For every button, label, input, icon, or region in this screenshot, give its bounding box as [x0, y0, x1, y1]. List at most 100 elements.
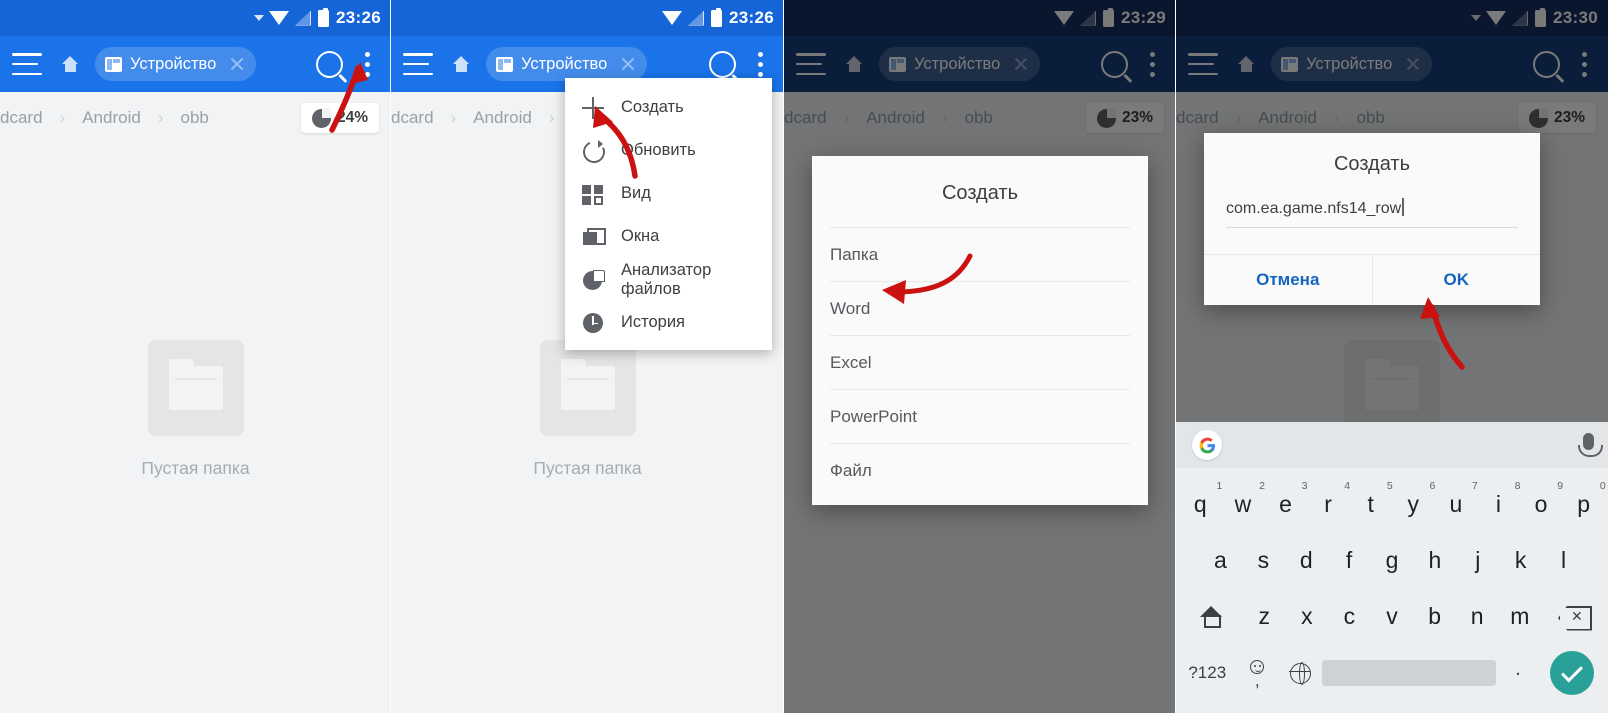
pie-chart-icon — [311, 107, 332, 128]
key-z[interactable]: z — [1243, 589, 1286, 643]
enter-key[interactable] — [1540, 651, 1605, 695]
key-c[interactable]: c — [1328, 589, 1371, 643]
file-list: Пустая папка — [0, 144, 391, 713]
chevron-right-icon: › — [157, 108, 164, 127]
key-j[interactable]: j — [1456, 533, 1499, 587]
key-k[interactable]: k — [1499, 533, 1542, 587]
backspace-icon[interactable]: ✕ — [1541, 589, 1605, 643]
key-p[interactable]: 0p — [1562, 477, 1605, 531]
create-option-excel[interactable]: Excel — [830, 335, 1130, 389]
key-label: q — [1193, 490, 1207, 517]
key-e[interactable]: 3e — [1264, 477, 1307, 531]
name-input-field[interactable]: com.ea.game.nfs14_row — [1226, 198, 1518, 228]
dialog-actions: Отмена OK — [1204, 254, 1540, 305]
emoji-icon[interactable]: , — [1236, 660, 1279, 689]
search-icon[interactable] — [316, 50, 343, 78]
create-option-word[interactable]: Word — [830, 281, 1130, 335]
menu-item-view[interactable]: Вид — [565, 172, 772, 215]
key-m[interactable]: m — [1498, 589, 1541, 643]
microphone-icon[interactable] — [1578, 433, 1603, 457]
key-u[interactable]: 7u — [1435, 477, 1477, 531]
signal-icon — [295, 10, 312, 26]
ok-button[interactable]: OK — [1373, 255, 1541, 305]
option-label: Папка — [830, 244, 879, 264]
menu-item-create[interactable]: Создать — [565, 86, 772, 129]
create-option-file[interactable]: Файл — [830, 443, 1130, 497]
signal-icon — [688, 10, 705, 26]
key-s[interactable]: s — [1242, 533, 1285, 587]
key-o[interactable]: 9o — [1520, 477, 1563, 531]
dialog-title: Создать — [1333, 153, 1410, 175]
overflow-menu-icon[interactable] — [365, 51, 371, 77]
create-option-powerpoint[interactable]: PowerPoint — [830, 389, 1130, 443]
battery-icon — [711, 7, 723, 27]
breadcrumb-item[interactable]: obb — [180, 108, 208, 128]
keyboard-row-1: 1q 2w 3e 4r 5t 6y 7u 8i 9o 0p — [1179, 476, 1606, 532]
close-icon[interactable] — [224, 51, 250, 77]
key-label: u — [1449, 490, 1463, 517]
search-icon[interactable] — [709, 50, 736, 78]
overflow-menu-icon[interactable] — [758, 51, 764, 77]
menu-item-history[interactable]: История — [565, 301, 772, 344]
shift-icon[interactable] — [1179, 589, 1243, 643]
menu-item-windows[interactable]: Окна — [565, 215, 772, 258]
close-icon[interactable] — [615, 51, 641, 77]
empty-state-label: Пустая папка — [141, 458, 250, 478]
key-w[interactable]: 2w — [1222, 477, 1265, 531]
menu-item-label: Создать — [621, 98, 684, 116]
menu-item-refresh[interactable]: Обновить — [565, 129, 772, 172]
period-key[interactable]: . — [1496, 658, 1539, 689]
refresh-icon — [581, 139, 605, 163]
check-icon — [1550, 651, 1595, 695]
key-r[interactable]: 4r — [1307, 477, 1350, 531]
key-b[interactable]: b — [1413, 589, 1456, 643]
key-a[interactable]: a — [1199, 533, 1242, 587]
suggestion-bar — [1176, 422, 1608, 468]
chip-label: Устройство — [130, 54, 217, 73]
keyboard-row-3: z x c v b n m ✕ — [1179, 588, 1605, 644]
name-input-value: com.ea.game.nfs14_row — [1226, 200, 1402, 217]
key-h[interactable]: h — [1413, 533, 1456, 587]
status-time: 23:26 — [729, 8, 774, 27]
key-n[interactable]: n — [1456, 589, 1499, 643]
menu-item-label: Обновить — [621, 141, 696, 159]
key-x[interactable]: x — [1286, 589, 1329, 643]
hamburger-icon[interactable] — [403, 53, 433, 75]
home-icon[interactable] — [453, 56, 470, 72]
key-v[interactable]: v — [1371, 589, 1414, 643]
key-t[interactable]: 5t — [1349, 477, 1393, 531]
key-l[interactable]: l — [1542, 533, 1585, 587]
create-option-folder[interactable]: Папка — [830, 227, 1130, 281]
key-g[interactable]: g — [1371, 533, 1414, 587]
storage-percent: 24% — [336, 109, 368, 126]
breadcrumb-item[interactable]: dcard — [0, 108, 43, 128]
breadcrumb-item[interactable]: Android — [82, 108, 141, 128]
key-q[interactable]: 1q — [1179, 477, 1222, 531]
space-key[interactable] — [1322, 660, 1497, 686]
location-chip[interactable]: Устройство — [95, 47, 257, 81]
storage-badge[interactable]: 24% — [300, 103, 379, 133]
key-f[interactable]: f — [1328, 533, 1371, 587]
pie-chart-icon — [581, 268, 605, 292]
location-chip[interactable]: Устройство — [486, 47, 648, 81]
key-i[interactable]: 8i — [1477, 477, 1521, 531]
breadcrumb-item[interactable]: Android — [473, 108, 532, 128]
key-y[interactable]: 6y — [1392, 477, 1436, 531]
cancel-button[interactable]: Отмена — [1204, 255, 1373, 305]
home-icon[interactable] — [62, 56, 79, 72]
breadcrumb-item[interactable]: dcard — [391, 108, 434, 128]
on-screen-keyboard: 1q 2w 3e 4r 5t 6y 7u 8i 9o 0p a s d f g — [1176, 422, 1608, 713]
symbols-key[interactable]: ?123 — [1179, 663, 1236, 683]
key-d[interactable]: d — [1285, 533, 1328, 587]
google-g-icon[interactable] — [1192, 430, 1222, 460]
panel-1: 23:26 Устройство dcard › Android › obb 2… — [0, 0, 391, 713]
device-icon — [496, 56, 513, 72]
option-label: Файл — [830, 460, 872, 480]
wifi-icon — [269, 11, 290, 25]
menu-item-analyzer[interactable]: Анализатор файлов — [565, 258, 772, 301]
empty-state-label: Пустая папка — [533, 458, 642, 478]
hamburger-icon[interactable] — [12, 53, 42, 75]
option-label: Word — [830, 298, 871, 318]
panel-3: 23:29 Устройство dcard › Android › obb 2… — [784, 0, 1176, 713]
globe-icon[interactable] — [1279, 661, 1322, 685]
